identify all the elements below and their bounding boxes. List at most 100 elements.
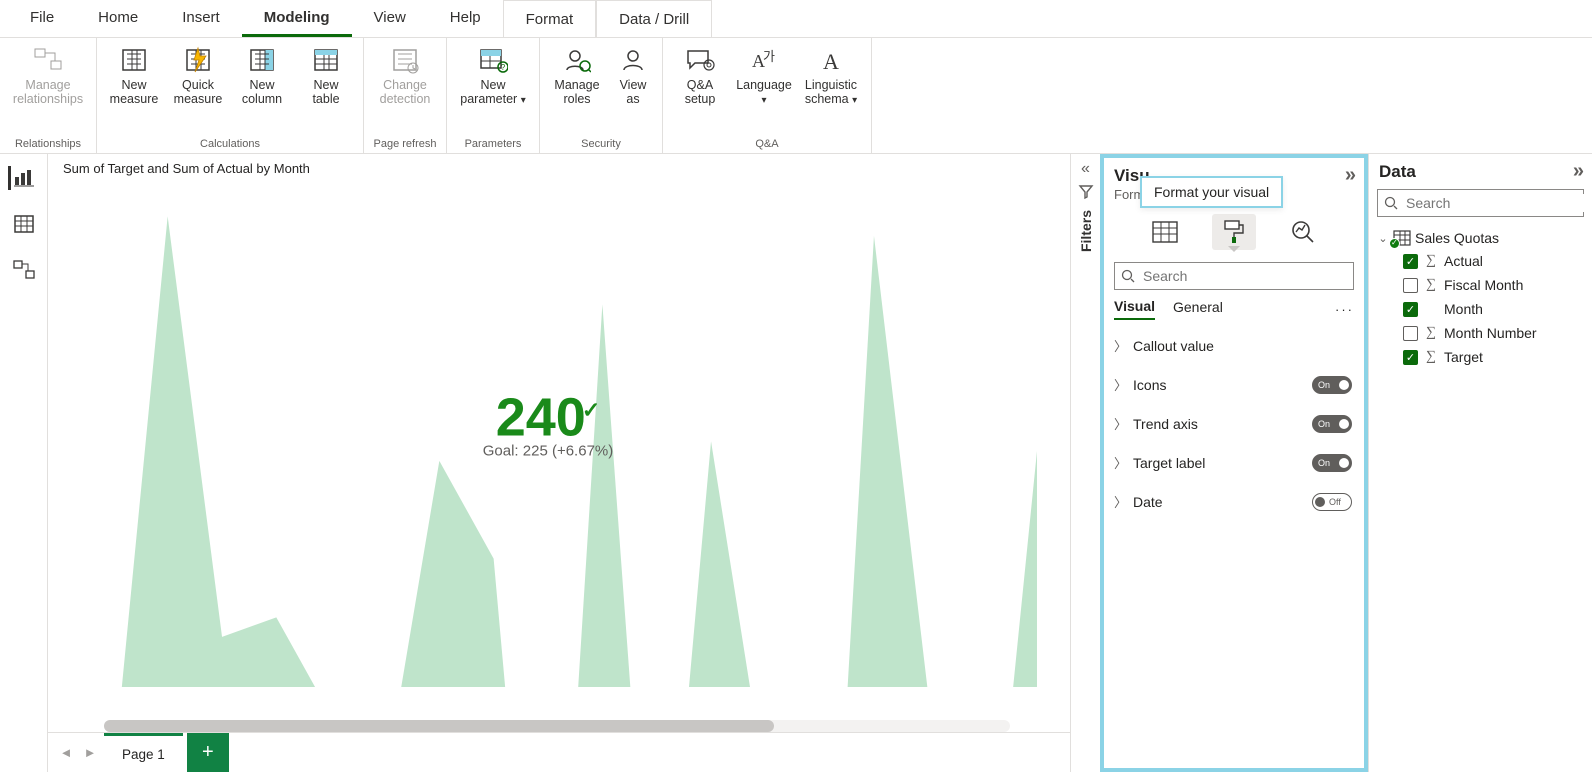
qa-setup-icon xyxy=(684,44,716,76)
field-target[interactable]: ✓ ∑ Target xyxy=(1375,345,1586,369)
report-canvas[interactable]: Sum of Target and Sum of Actual by Month… xyxy=(48,154,1070,716)
collapse-visualizations-button[interactable]: » xyxy=(1345,164,1356,187)
tab-insert[interactable]: Insert xyxy=(160,0,242,37)
checkbox-month[interactable]: ✓ xyxy=(1403,302,1418,317)
fields-grid-icon xyxy=(1151,220,1179,244)
toggle-target[interactable]: On xyxy=(1312,454,1352,472)
canvas-horizontal-scrollbar[interactable] xyxy=(104,720,1010,732)
format-row-date[interactable]: 〉Date Off xyxy=(1106,482,1362,521)
pane-mode-switch xyxy=(1104,208,1364,260)
tab-modeling[interactable]: Modeling xyxy=(242,0,352,37)
search-icon xyxy=(1121,269,1135,283)
data-view-button[interactable] xyxy=(10,212,38,236)
toggle-icons[interactable]: On xyxy=(1312,376,1352,394)
field-month[interactable]: ✓ Month xyxy=(1375,297,1586,321)
kpi-visual[interactable]: Sum of Target and Sum of Actual by Month… xyxy=(58,158,1038,688)
new-table-button[interactable]: New table xyxy=(295,40,357,106)
format-more-button[interactable]: ··· xyxy=(1335,302,1354,317)
group-caption-calculations: Calculations xyxy=(200,135,260,153)
page-prev-button[interactable]: ◄ xyxy=(56,745,76,760)
page-tab-1[interactable]: Page 1 xyxy=(104,733,183,772)
new-column-button[interactable]: New column xyxy=(231,40,293,106)
quick-measure-button[interactable]: Quick measure xyxy=(167,40,229,106)
change-detection-label: Change detection xyxy=(380,78,431,106)
new-table-label: New table xyxy=(312,78,339,106)
data-search-input[interactable] xyxy=(1404,194,1589,212)
add-page-button[interactable]: + xyxy=(187,733,229,772)
checkbox-month-number[interactable] xyxy=(1403,326,1418,341)
linguistic-schema-button[interactable]: A Linguistic schema ▾ xyxy=(797,40,865,108)
scrollbar-thumb[interactable] xyxy=(104,720,774,732)
format-label-callout: Callout value xyxy=(1133,338,1214,354)
bar-chart-icon xyxy=(14,169,34,187)
ribbon: Manage relationships Relationships New m… xyxy=(0,38,1592,154)
format-visual-button[interactable] xyxy=(1212,214,1256,250)
svg-text:A: A xyxy=(823,49,839,73)
report-view-button[interactable] xyxy=(8,166,36,190)
checkbox-actual[interactable]: ✓ xyxy=(1403,254,1418,269)
format-row-trend[interactable]: 〉Trend axis On xyxy=(1106,404,1362,443)
qa-setup-button[interactable]: Q&A setup xyxy=(669,40,731,106)
field-fiscal-month[interactable]: ∑ Fiscal Month xyxy=(1375,273,1586,297)
new-measure-label: New measure xyxy=(110,78,159,106)
format-tab-general[interactable]: General xyxy=(1173,299,1223,319)
chevron-down-icon: ▾ xyxy=(521,95,526,106)
new-column-label: New column xyxy=(242,78,282,106)
format-label-icons: Icons xyxy=(1133,377,1166,393)
format-row-target[interactable]: 〉 Target label On xyxy=(1106,443,1362,482)
parameter-icon: ? xyxy=(477,44,509,76)
sigma-icon: ∑ xyxy=(1424,325,1438,341)
group-caption-page-refresh: Page refresh xyxy=(374,135,437,153)
view-as-button[interactable]: View as xyxy=(610,40,656,106)
format-tab-visual[interactable]: Visual xyxy=(1114,298,1155,320)
manage-roles-button[interactable]: Manage roles xyxy=(546,40,608,106)
format-row-icons[interactable]: 〉Icons On xyxy=(1106,365,1362,404)
tab-format[interactable]: Format xyxy=(503,0,597,37)
build-visual-button[interactable] xyxy=(1143,214,1187,250)
checkbox-fiscal-month[interactable] xyxy=(1403,278,1418,293)
format-search-input[interactable] xyxy=(1141,267,1347,285)
new-measure-button[interactable]: New measure xyxy=(103,40,165,106)
language-button[interactable]: A가 Language▾ xyxy=(733,40,795,108)
data-pane-title: Data xyxy=(1379,162,1416,182)
sigma-icon: ∑ xyxy=(1424,277,1438,293)
page-next-button[interactable]: ► xyxy=(80,745,100,760)
format-label-target: Target label xyxy=(1133,455,1205,471)
kpi-readout: 240 ✓ Goal: 225 (+6.67%) xyxy=(483,387,614,460)
tab-view[interactable]: View xyxy=(352,0,428,37)
table-label: Sales Quotas xyxy=(1415,230,1499,246)
view-switcher-rail xyxy=(0,154,48,772)
new-parameter-button[interactable]: ? New parameter ▾ xyxy=(453,40,533,108)
format-row-callout[interactable]: 〉Callout value xyxy=(1106,326,1362,365)
toggle-date[interactable]: Off xyxy=(1312,493,1352,511)
field-month-number[interactable]: ∑ Month Number xyxy=(1375,321,1586,345)
tab-data-drill[interactable]: Data / Drill xyxy=(596,0,712,37)
format-search[interactable] xyxy=(1114,262,1354,290)
format-tooltip: Format your visual xyxy=(1140,176,1283,208)
ribbon-group-relationships: Manage relationships Relationships xyxy=(0,38,97,153)
table-icon xyxy=(14,215,34,233)
group-caption-qa: Q&A xyxy=(755,135,778,153)
field-label-fiscal-month: Fiscal Month xyxy=(1444,277,1523,293)
collapse-data-pane-button[interactable]: » xyxy=(1573,160,1584,183)
tab-file[interactable]: File xyxy=(8,0,76,37)
svg-text:가: 가 xyxy=(763,49,775,64)
checkmark-badge-icon xyxy=(1389,238,1400,249)
view-as-icon xyxy=(617,44,649,76)
chevron-down-icon: ⌄ xyxy=(1377,232,1389,245)
toggle-trend[interactable]: On xyxy=(1312,415,1352,433)
data-search[interactable] xyxy=(1377,189,1584,217)
chevron-right-icon: 〉 xyxy=(1114,453,1127,472)
language-icon: A가 xyxy=(748,44,780,76)
tab-help[interactable]: Help xyxy=(428,0,503,37)
analytics-button[interactable] xyxy=(1281,214,1325,250)
fields-tree: ⌄ Sales Quotas ✓ ∑ Actual ∑ Fiscal Month… xyxy=(1369,225,1592,371)
qa-setup-label: Q&A setup xyxy=(685,78,716,106)
checkbox-target[interactable]: ✓ xyxy=(1403,350,1418,365)
group-caption-parameters: Parameters xyxy=(465,135,522,153)
tab-home[interactable]: Home xyxy=(76,0,160,37)
field-actual[interactable]: ✓ ∑ Actual xyxy=(1375,249,1586,273)
expand-filters-button[interactable]: « xyxy=(1081,160,1090,178)
model-view-button[interactable] xyxy=(10,258,38,282)
table-node-sales-quotas[interactable]: ⌄ Sales Quotas xyxy=(1375,227,1586,249)
